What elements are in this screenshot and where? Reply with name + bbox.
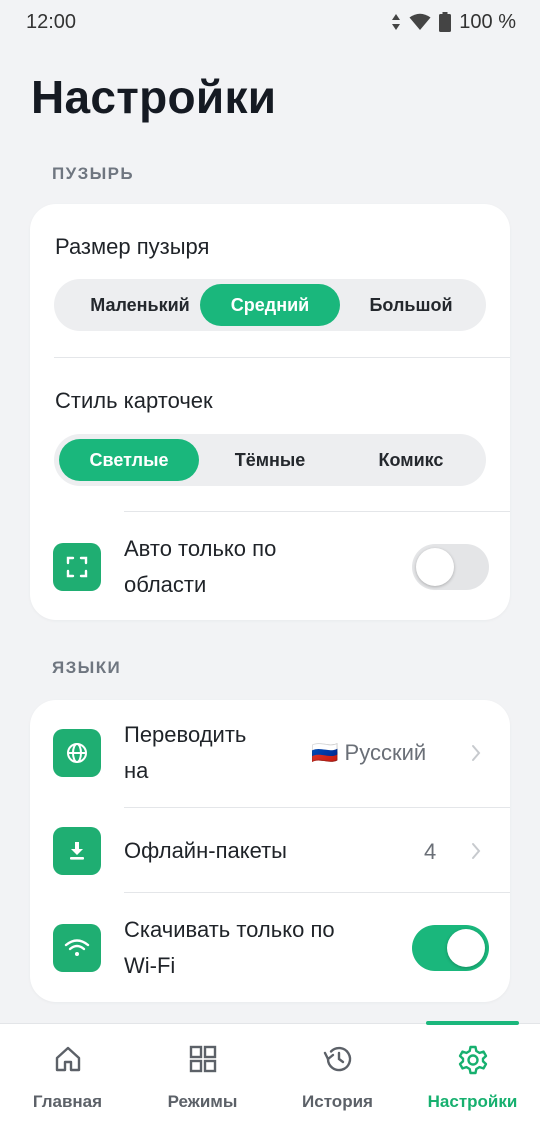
auto-area-toggle[interactable] <box>412 544 489 590</box>
languages-card: Переводить на 🇷🇺 Русский Офлайн-пакеты 4… <box>30 700 510 1002</box>
tab-modes-label: Режимы <box>167 1092 238 1111</box>
grid-icon <box>189 1045 216 1073</box>
wifi-icon <box>409 13 431 30</box>
chevron-right-icon[interactable] <box>471 842 481 860</box>
section-label-bubble: ПУЗЫРЬ <box>52 164 135 183</box>
wifi-only-toggle[interactable] <box>412 925 489 971</box>
offline-packs-label: Офлайн-пакеты <box>124 838 287 863</box>
offline-packs-count[interactable]: 4 <box>424 839 436 865</box>
status-bar: 12:00 100 % <box>0 0 540 44</box>
bubble-settings-card: Размер пузыря Маленький Средний Большой … <box>30 204 510 620</box>
page-title: Настройки <box>31 71 277 123</box>
divider <box>124 892 510 893</box>
bubble-size-selector: Маленький Средний Большой <box>54 279 486 331</box>
flag-russia-icon: 🇷🇺 <box>311 740 339 765</box>
history-icon <box>323 1046 351 1072</box>
tab-home-label: Главная <box>32 1092 103 1111</box>
translate-to-label: Переводить на <box>124 722 247 783</box>
tab-settings-label: Настройки <box>427 1092 518 1111</box>
tab-history-label: История <box>302 1092 373 1111</box>
bubble-size-large-option[interactable]: Большой <box>341 284 481 326</box>
chevron-right-icon[interactable] <box>471 744 481 762</box>
wifi-only-label: Скачивать только по Wi-Fi <box>124 917 335 978</box>
tab-home[interactable]: Главная <box>0 1024 135 1134</box>
tab-modes[interactable]: Режимы <box>135 1024 270 1134</box>
card-style-comic-option[interactable]: Комикс <box>341 439 481 481</box>
bottom-tab-bar: Главная Режимы История Настройки <box>0 1021 540 1134</box>
toggle-knob <box>447 929 485 967</box>
globe-icon <box>53 729 101 777</box>
status-icons: 100 % <box>391 11 516 34</box>
divider <box>54 357 510 358</box>
bubble-size-small-option[interactable]: Маленький <box>70 284 210 326</box>
bubble-size-medium-option[interactable]: Средний <box>200 284 340 326</box>
bubble-size-heading: Размер пузыря <box>55 234 210 259</box>
toggle-knob <box>416 548 454 586</box>
card-style-selector: Светлые Тёмные Комикс <box>54 434 486 486</box>
tab-history[interactable]: История <box>270 1024 405 1134</box>
auto-area-label: Авто только по области <box>124 536 277 597</box>
tab-settings[interactable]: Настройки <box>405 1024 540 1134</box>
language-name: Русский <box>344 740 427 765</box>
divider <box>124 511 510 512</box>
divider <box>124 807 510 808</box>
home-icon <box>55 1046 80 1072</box>
status-time: 12:00 <box>26 10 77 33</box>
scan-area-icon <box>53 543 101 591</box>
section-label-languages: ЯЗЫКИ <box>52 658 122 677</box>
wifi-icon <box>53 924 101 972</box>
translate-to-value[interactable]: 🇷🇺 Русский <box>311 740 426 766</box>
gear-icon <box>458 1045 487 1075</box>
battery-icon <box>439 12 452 32</box>
card-style-dark-option[interactable]: Тёмные <box>200 439 340 481</box>
data-arrows-icon <box>392 14 401 30</box>
battery-percent: 100 % <box>459 10 516 33</box>
card-style-light-option[interactable]: Светлые <box>59 439 199 481</box>
download-icon <box>53 827 101 875</box>
card-style-heading: Стиль карточек <box>55 388 213 413</box>
